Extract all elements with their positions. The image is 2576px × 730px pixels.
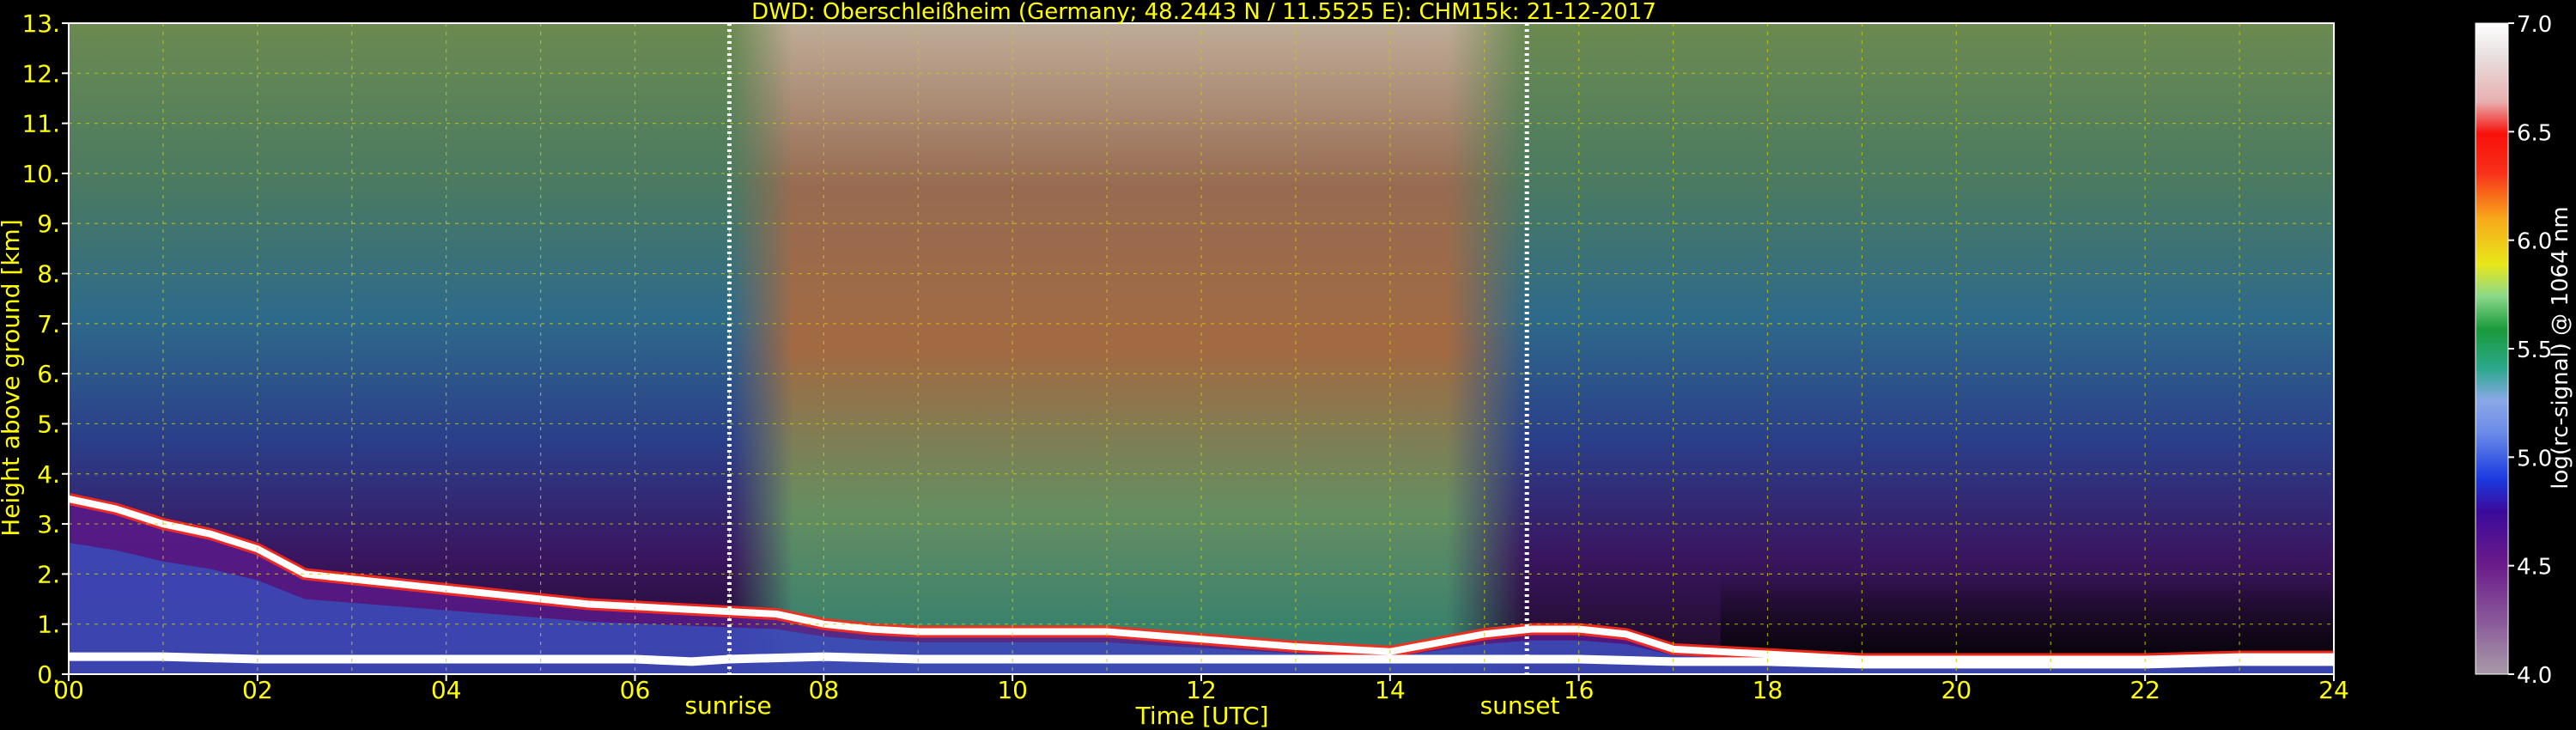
x-tick-label: 04 xyxy=(431,676,462,704)
chart-title: DWD: Oberschleißheim (Germany; 48.2443 N… xyxy=(751,0,1656,25)
colorbar-tick-label: 4.0 xyxy=(2517,663,2552,689)
colorbar-tick-label: 4.5 xyxy=(2517,555,2552,581)
y-axis-label: Height above ground [km] xyxy=(0,219,25,537)
y-tick-label: 0. xyxy=(37,660,60,689)
y-tick-label: 6. xyxy=(37,360,60,388)
colorbar: 7.06.56.05.55.04.54.0 xyxy=(2475,12,2552,689)
daylight-signal-field xyxy=(729,23,1528,674)
y-tick-label: 7. xyxy=(37,310,60,338)
x-axis-label: Time [UTC] xyxy=(1135,702,1269,730)
colorbar-label: log(rc-signal) @ 1064 nm xyxy=(2548,206,2573,489)
x-tick-label: 02 xyxy=(242,676,273,704)
x-tick-label: 22 xyxy=(2129,676,2160,704)
lidar-ceilometer-chart: 00 02 04 06 08 10 12 14 16 18 20 22 240.1.2.3.4.5.6.… xyxy=(0,0,2573,730)
x-tick-label: 14 xyxy=(1375,676,1406,704)
sunrise-label: sunrise xyxy=(684,691,771,720)
y-tick-label: 11. xyxy=(21,110,60,138)
y-tick-label: 5. xyxy=(37,410,60,438)
y-tick-label: 8. xyxy=(37,260,60,289)
y-tick-label: 4. xyxy=(37,460,60,489)
colorbar-tick-label: 7.0 xyxy=(2517,12,2552,38)
y-tick-label: 1. xyxy=(37,611,60,639)
y-tick-label: 12. xyxy=(21,59,60,88)
x-tick-label: 10 xyxy=(997,676,1028,704)
sunset-label: sunset xyxy=(1480,691,1560,720)
y-tick-label: 3. xyxy=(37,510,60,538)
x-tick-label: 20 xyxy=(1941,676,1972,704)
x-tick-label: 08 xyxy=(809,676,840,704)
y-tick-label: 13. xyxy=(21,9,60,38)
x-tick-label: 16 xyxy=(1564,676,1595,704)
y-tick-label: 2. xyxy=(37,560,60,588)
colorbar-scale xyxy=(2475,22,2509,675)
x-tick-label: 18 xyxy=(1753,676,1783,704)
y-tick-label: 9. xyxy=(37,210,60,238)
y-tick-label: 10. xyxy=(21,160,60,188)
x-tick-label: 12 xyxy=(1186,676,1217,704)
x-tick-label: 06 xyxy=(620,676,651,704)
colorbar-tick-label: 6.5 xyxy=(2517,120,2552,146)
x-tick-label: 24 xyxy=(2318,676,2349,704)
